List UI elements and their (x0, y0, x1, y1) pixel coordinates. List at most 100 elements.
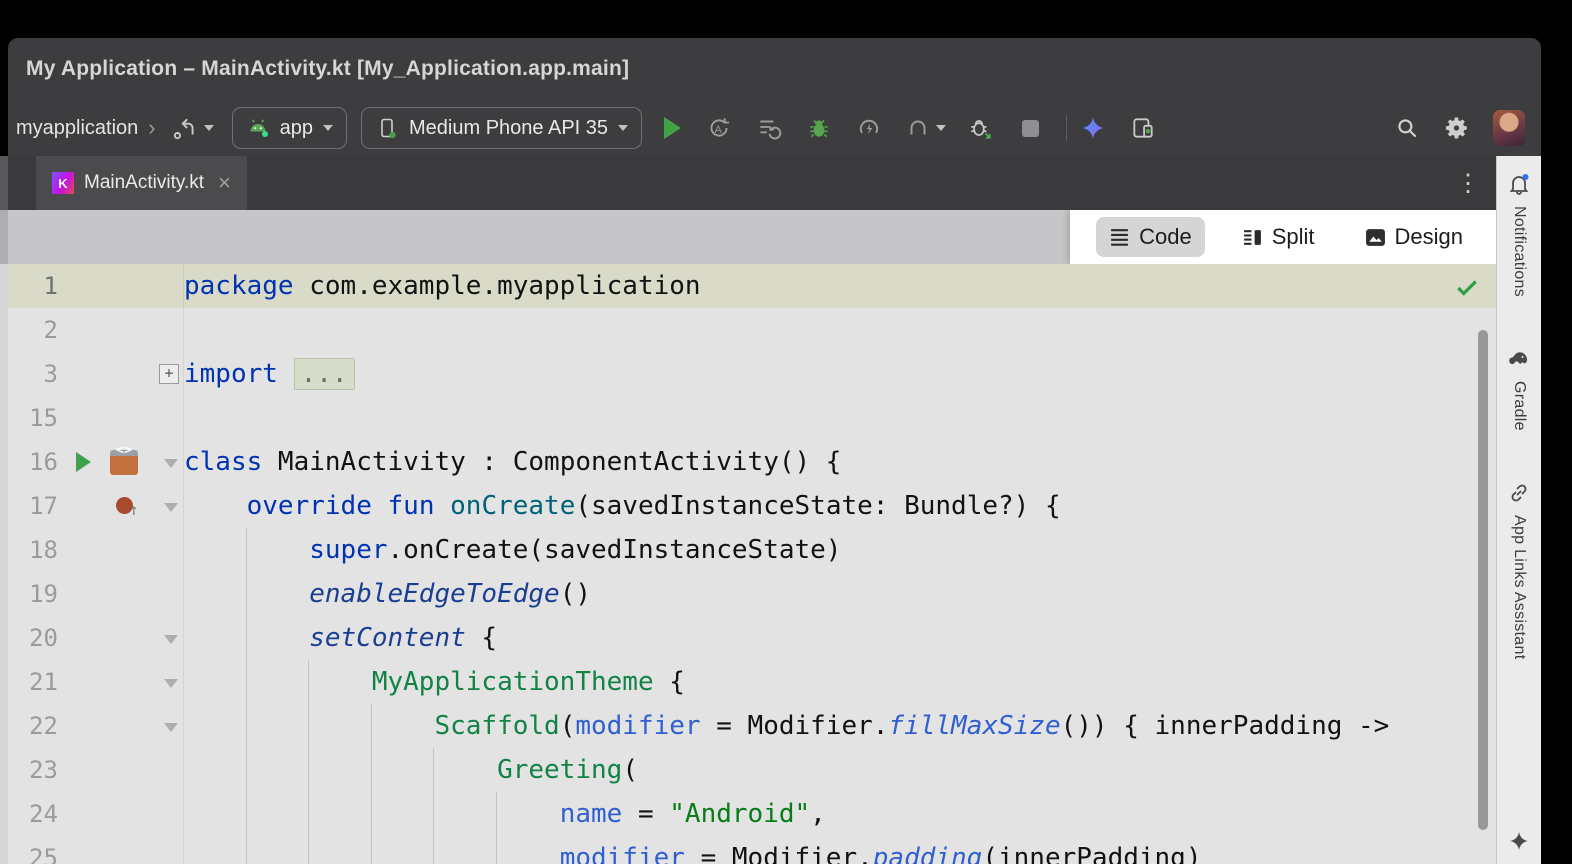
device-manager-icon (1130, 115, 1156, 141)
tool-label: App Links Assistant (1510, 515, 1528, 659)
run-configuration-label: app (280, 117, 313, 140)
debug-bug-icon (806, 115, 832, 141)
line-gutter: 16<> (8, 440, 184, 484)
split-mode-button[interactable]: Split (1229, 217, 1328, 257)
profile-options-button[interactable] (905, 112, 946, 144)
fold-collapse-marker[interactable] (164, 679, 178, 688)
device-manager-button[interactable] (1129, 112, 1157, 144)
code-line[interactable]: 1package com.example.myapplication (8, 264, 1496, 308)
tool-gradle[interactable]: Gradle (1507, 347, 1531, 431)
chevron-down-icon (618, 125, 628, 131)
inspections-status-button[interactable] (1454, 274, 1480, 300)
code-mode-icon (1109, 228, 1130, 247)
chevron-right-icon: › (148, 117, 155, 139)
stop-icon (1022, 120, 1039, 137)
code-line[interactable]: 15 (8, 396, 1496, 440)
gutter-marks (58, 264, 183, 308)
device-select[interactable]: Medium Phone API 35 (361, 107, 642, 149)
android-component-icon[interactable]: <> (110, 450, 138, 475)
gutter-marks: <> (58, 440, 183, 484)
project-breadcrumb[interactable]: myapplication › (16, 117, 156, 140)
project-name: myapplication (16, 117, 138, 140)
code-line[interactable]: 24 name = "Android", (8, 792, 1496, 836)
gemini-sparkle-icon[interactable] (1508, 830, 1530, 852)
indent-guide (371, 704, 372, 864)
run-configuration-select[interactable]: app (232, 107, 347, 149)
code-lines[interactable]: 1package com.example.myapplication23+imp… (8, 264, 1496, 864)
chevron-down-icon (323, 125, 333, 131)
search-everywhere-button[interactable] (1393, 112, 1421, 144)
fold-collapse-marker[interactable] (164, 459, 178, 468)
gutter-marks (58, 836, 183, 864)
fold-collapse-marker[interactable] (164, 723, 178, 732)
fold-expand-button[interactable]: + (159, 364, 179, 384)
chevron-down-icon (204, 125, 214, 131)
code-text: modifier = Modifier.padding(innerPadding… (184, 836, 1202, 864)
design-mode-button[interactable]: Design (1352, 217, 1476, 257)
code-line[interactable]: 19 enableEdgeToEdge() (8, 572, 1496, 616)
android-studio-window: My Application – MainActivity.kt [My_App… (8, 38, 1541, 864)
code-line[interactable]: 23 Greeting( (8, 748, 1496, 792)
code-line[interactable]: 18 super.onCreate(savedInstanceState) (8, 528, 1496, 572)
user-avatar[interactable] (1493, 110, 1525, 146)
editor-scrollbar[interactable] (1478, 330, 1488, 830)
stop-button[interactable] (1016, 112, 1044, 144)
gutter-marks (58, 748, 183, 792)
overriding-method-icon[interactable] (116, 497, 133, 514)
vcs-branch-icon (172, 115, 198, 141)
tab-label: MainActivity.kt (84, 172, 204, 194)
gear-icon (1444, 115, 1470, 141)
design-mode-label: Design (1395, 224, 1463, 250)
tool-notifications[interactable]: Notifications (1507, 172, 1531, 297)
line-gutter: 19 (8, 572, 184, 616)
apply-changes-button[interactable]: A (705, 112, 733, 144)
code-mode-button[interactable]: Code (1096, 217, 1205, 257)
tool-app-links-assistant[interactable]: App Links Assistant (1507, 481, 1531, 659)
tab-mainactivity[interactable]: K MainActivity.kt × (36, 156, 247, 210)
code-line[interactable]: 16<>class MainActivity : ComponentActivi… (8, 440, 1496, 484)
fold-collapse-marker[interactable] (164, 635, 178, 644)
line-number: 1 (8, 264, 58, 308)
background-window-sliver (0, 156, 8, 864)
toolbar-separator (1066, 115, 1067, 141)
attach-debugger-button[interactable] (966, 112, 994, 144)
profiler-button[interactable] (855, 112, 883, 144)
line-gutter: 17 (8, 484, 184, 528)
code-line[interactable]: 20 setContent { (8, 616, 1496, 660)
code-editor[interactable]: Code Split Design (8, 210, 1496, 864)
indent-guide (308, 660, 309, 864)
settings-button[interactable] (1443, 112, 1471, 144)
run-button[interactable] (664, 117, 681, 139)
android-icon (246, 116, 270, 140)
code-line[interactable]: 22 Scaffold(modifier = Modifier.fillMaxS… (8, 704, 1496, 748)
code-line[interactable]: 17 override fun onCreate(savedInstanceSt… (8, 484, 1496, 528)
fold-collapse-marker[interactable] (164, 503, 178, 512)
code-text: super.onCreate(savedInstanceState) (184, 528, 841, 572)
code-line[interactable]: 21 MyApplicationTheme { (8, 660, 1496, 704)
debug-button[interactable] (805, 112, 833, 144)
run-gutter-icon[interactable] (76, 452, 91, 472)
line-number: 23 (8, 748, 58, 792)
gemini-button[interactable] (1079, 112, 1107, 144)
code-line[interactable]: 2 (8, 308, 1496, 352)
apply-code-changes-button[interactable] (755, 112, 783, 144)
line-number: 2 (8, 308, 58, 352)
split-mode-icon (1242, 228, 1263, 247)
title-bar[interactable]: My Application – MainActivity.kt [My_App… (8, 38, 1541, 100)
indent-guide (433, 748, 434, 864)
close-icon[interactable]: × (218, 172, 231, 194)
design-mode-icon (1365, 228, 1386, 247)
code-line[interactable]: 3+import ... (8, 352, 1496, 396)
gutter-marks (58, 660, 183, 704)
vcs-widget-button[interactable] (172, 112, 214, 144)
kotlin-file-icon: K (52, 172, 74, 194)
profiler-icon (856, 115, 882, 141)
editor-mode-switcher: Code Split Design (1070, 210, 1496, 264)
line-gutter: 1 (8, 264, 184, 308)
work-area: K MainActivity.kt × ⋮ Code (8, 156, 1541, 864)
window-title: My Application – MainActivity.kt [My_App… (26, 57, 629, 81)
code-line[interactable]: 25 modifier = Modifier.padding(innerPadd… (8, 836, 1496, 864)
code-mode-label: Code (1139, 224, 1192, 250)
bell-icon (1507, 172, 1531, 196)
tab-options-kebab-icon[interactable]: ⋮ (1456, 156, 1480, 210)
